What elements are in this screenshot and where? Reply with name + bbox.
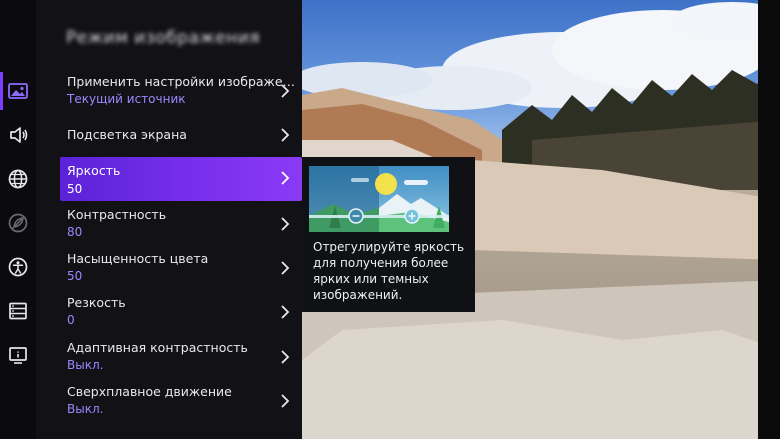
picture-icon[interactable] (5, 78, 31, 104)
menu-item-sharpness[interactable]: Резкость 0 (58, 291, 302, 333)
chevron-right-icon (278, 169, 292, 187)
settings-category-rail (0, 0, 36, 439)
chevron-right-icon (278, 126, 292, 144)
menu-item-value: 50 (67, 182, 83, 196)
menu-item-label: Яркость (67, 163, 121, 178)
help-info-card: Отрегулируйте яркость для получения боле… (302, 157, 475, 312)
menu-item-label: Адаптивная контрастность (67, 340, 248, 355)
menu-item-value: 0 (67, 313, 75, 327)
panel-title: Режим изображения (66, 28, 261, 48)
menu-item-color-saturation[interactable]: Насыщенность цвета 50 (58, 247, 302, 289)
picture-settings-panel: Режим изображения Применить настройки из… (36, 0, 302, 439)
menu-item-value: Выкл. (67, 358, 104, 372)
system-icon[interactable] (5, 298, 31, 324)
eco-icon[interactable] (5, 210, 31, 236)
tv-settings-screen: Режим изображения Применить настройки из… (0, 0, 780, 439)
chevron-right-icon (278, 259, 292, 277)
menu-item-value: Текущий источник (67, 92, 186, 106)
chevron-right-icon (278, 348, 292, 366)
menu-item-adaptive-contrast[interactable]: Адаптивная контрастность Выкл. (58, 336, 302, 378)
menu-item-value: Выкл. (67, 402, 104, 416)
brightness-illustration-icon (309, 166, 449, 232)
info-icon[interactable] (5, 342, 31, 368)
accessibility-icon[interactable] (5, 254, 31, 280)
chevron-right-icon (278, 392, 292, 410)
chevron-right-icon (278, 215, 292, 233)
network-icon[interactable] (5, 166, 31, 192)
menu-item-label: Резкость (67, 295, 126, 310)
menu-item-label: Насыщенность цвета (67, 251, 209, 266)
menu-item-contrast[interactable]: Контрастность 80 (58, 203, 302, 245)
menu-item-backlight[interactable]: Подсветка экрана (58, 114, 302, 156)
help-text: Отрегулируйте яркость для получения боле… (313, 240, 465, 302)
menu-item-value: 80 (67, 225, 83, 239)
menu-item-brightness[interactable]: Яркость 50 (60, 157, 302, 201)
menu-item-label: Сверхплавное движение (67, 384, 232, 399)
sound-icon[interactable] (5, 122, 31, 148)
menu-item-label: Контрастность (67, 207, 167, 222)
menu-item-value: 50 (67, 269, 83, 283)
menu-item-motion-smoothing[interactable]: Сверхплавное движение Выкл. (58, 380, 302, 422)
chevron-right-icon (278, 303, 292, 321)
menu-item-label: Применить настройки изображе… (67, 74, 296, 89)
active-category-indicator (0, 72, 3, 110)
menu-item-label: Подсветка экрана (67, 127, 187, 142)
chevron-right-icon (278, 82, 292, 100)
menu-item-apply-picture-settings[interactable]: Применить настройки изображе… Текущий ис… (58, 70, 302, 112)
